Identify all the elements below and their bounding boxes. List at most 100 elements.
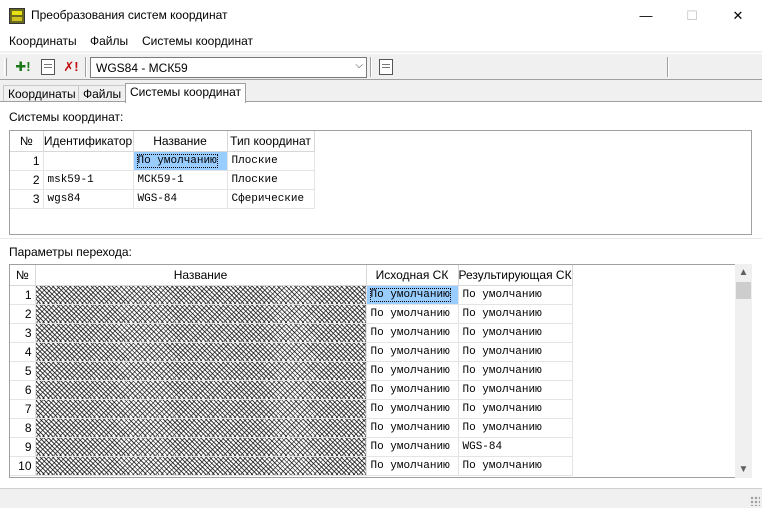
source-cell[interactable]: По умолчанию (366, 380, 459, 400)
toolbar-separator (85, 57, 87, 77)
source-cell[interactable]: По умолчанию (366, 304, 459, 324)
table-row[interactable]: 1 По умолчанию По умолчанию (10, 285, 573, 305)
tab-coordinate-systems[interactable]: Системы координат (125, 83, 246, 103)
edit-document-icon[interactable] (37, 57, 59, 77)
target-cell[interactable]: По умолчанию (458, 304, 573, 324)
source-cell[interactable]: По умолчанию (366, 456, 459, 476)
row-number: 6 (10, 380, 36, 400)
toolbar-separator (370, 57, 372, 77)
source-cell[interactable]: По умолчанию (366, 399, 459, 419)
menu-coordinate-systems[interactable]: Системы координат (142, 34, 253, 48)
type-cell[interactable]: Плоские (227, 151, 315, 171)
maximize-button[interactable]: ☐ (669, 0, 715, 31)
source-cell-selected[interactable]: По умолчанию (366, 285, 459, 305)
type-cell[interactable]: Сферические (227, 189, 315, 209)
window-title: Преобразования систем координат (31, 8, 228, 22)
identifier-cell[interactable]: wgs84 (43, 189, 134, 209)
redacted-name-cell[interactable] (35, 285, 367, 305)
redacted-name-cell[interactable] (35, 323, 367, 343)
source-cell[interactable]: По умолчанию (366, 342, 459, 362)
target-cell[interactable]: WGS-84 (458, 437, 573, 457)
source-cell[interactable]: По умолчанию (366, 437, 459, 457)
column-header[interactable]: Тип координат (227, 131, 315, 152)
tab-files[interactable]: Файлы (78, 85, 127, 102)
row-number: 2 (10, 170, 44, 190)
source-cell[interactable]: По умолчанию (366, 361, 459, 381)
target-cell[interactable]: По умолчанию (458, 418, 573, 438)
close-button[interactable]: ✕ (715, 0, 761, 31)
toolbar: ✚! ✗! WGS84 - МСК59 ⌵ (0, 53, 762, 80)
apply-document-icon[interactable] (375, 57, 397, 77)
identifier-cell[interactable]: msk59-1 (43, 170, 134, 190)
target-cell[interactable]: По умолчанию (458, 361, 573, 381)
table-row[interactable]: 9 По умолчанию WGS-84 (10, 437, 573, 457)
column-header[interactable]: № (10, 131, 44, 152)
column-header[interactable]: Название (35, 265, 367, 286)
target-cell[interactable]: По умолчанию (458, 380, 573, 400)
systems-grid[interactable]: № Идентификатор Название Тип координат 1… (9, 130, 752, 235)
scroll-down-icon[interactable]: ▼ (735, 461, 752, 478)
table-row[interactable]: 5 По умолчанию По умолчанию (10, 361, 573, 381)
splitter[interactable] (0, 238, 762, 241)
table-row[interactable]: 8 По умолчанию По умолчанию (10, 418, 573, 438)
row-number: 2 (10, 304, 36, 324)
tab-coordinates[interactable]: Координаты (3, 85, 81, 102)
minimize-button[interactable]: — (623, 0, 669, 31)
column-header[interactable]: Идентификатор (43, 131, 134, 152)
table-row[interactable]: 6 По умолчанию По умолчанию (10, 380, 573, 400)
row-number: 1 (10, 151, 44, 171)
redacted-name-cell[interactable] (35, 304, 367, 324)
identifier-cell[interactable] (43, 151, 134, 171)
target-cell[interactable]: По умолчанию (458, 323, 573, 343)
add-icon[interactable]: ✚! (12, 57, 34, 77)
table-row[interactable]: 4 По умолчанию По умолчанию (10, 342, 573, 362)
name-cell[interactable]: МСК59-1 (133, 170, 228, 190)
vertical-scrollbar[interactable]: ▲ ▼ (735, 264, 752, 478)
table-row[interactable]: 10 По умолчанию По умолчанию (10, 456, 573, 476)
name-cell-text: По умолчанию (136, 153, 218, 168)
redacted-name-cell[interactable] (35, 399, 367, 419)
row-number: 4 (10, 342, 36, 362)
row-number: 7 (10, 399, 36, 419)
transitions-label: Параметры перехода: (9, 245, 132, 259)
target-cell[interactable]: По умолчанию (458, 399, 573, 419)
table-row[interactable]: 7 По умолчанию По умолчанию (10, 399, 573, 419)
transitions-grid[interactable]: № Название Исходная СК Результирующая СК… (9, 264, 752, 478)
row-number: 1 (10, 285, 36, 305)
column-header[interactable]: № (10, 265, 36, 286)
chevron-down-icon[interactable]: ⌵ (355, 60, 363, 71)
source-cell[interactable]: По умолчанию (366, 323, 459, 343)
name-cell[interactable]: WGS-84 (133, 189, 228, 209)
row-number: 8 (10, 418, 36, 438)
redacted-name-cell[interactable] (35, 456, 367, 476)
target-cell[interactable]: По умолчанию (458, 342, 573, 362)
column-header[interactable]: Результирующая СК (458, 265, 573, 286)
name-cell-selected[interactable]: По умолчанию (133, 151, 228, 171)
target-cell[interactable]: По умолчанию (458, 456, 573, 476)
systems-label: Системы координат: (9, 110, 124, 124)
scroll-up-icon[interactable]: ▲ (735, 264, 752, 281)
source-cell[interactable]: По умолчанию (366, 418, 459, 438)
redacted-name-cell[interactable] (35, 437, 367, 457)
delete-icon[interactable]: ✗! (60, 57, 82, 77)
column-header[interactable]: Исходная СК (366, 265, 459, 286)
column-header[interactable]: Название (133, 131, 228, 152)
table-row[interactable]: 2 По умолчанию По умолчанию (10, 304, 573, 324)
menu-files[interactable]: Файлы (90, 34, 128, 48)
row-number: 3 (10, 189, 44, 209)
type-cell[interactable]: Плоские (227, 170, 315, 190)
table-row[interactable]: 3 По умолчанию По умолчанию (10, 323, 573, 343)
table-row[interactable]: 2 msk59-1 МСК59-1 Плоские (10, 170, 315, 190)
table-row[interactable]: 3 wgs84 WGS-84 Сферические (10, 189, 315, 209)
redacted-name-cell[interactable] (35, 361, 367, 381)
transition-select[interactable]: WGS84 - МСК59 ⌵ (90, 57, 367, 78)
source-cell-text: По умолчанию (369, 287, 451, 302)
target-cell[interactable]: По умолчанию (458, 285, 573, 305)
table-row[interactable]: 1 По умолчанию Плоские (10, 151, 315, 171)
redacted-name-cell[interactable] (35, 342, 367, 362)
redacted-name-cell[interactable] (35, 418, 367, 438)
scroll-thumb[interactable] (736, 282, 751, 299)
menu-coordinates[interactable]: Координаты (9, 34, 77, 48)
redacted-name-cell[interactable] (35, 380, 367, 400)
resize-grip-icon[interactable] (750, 496, 760, 506)
